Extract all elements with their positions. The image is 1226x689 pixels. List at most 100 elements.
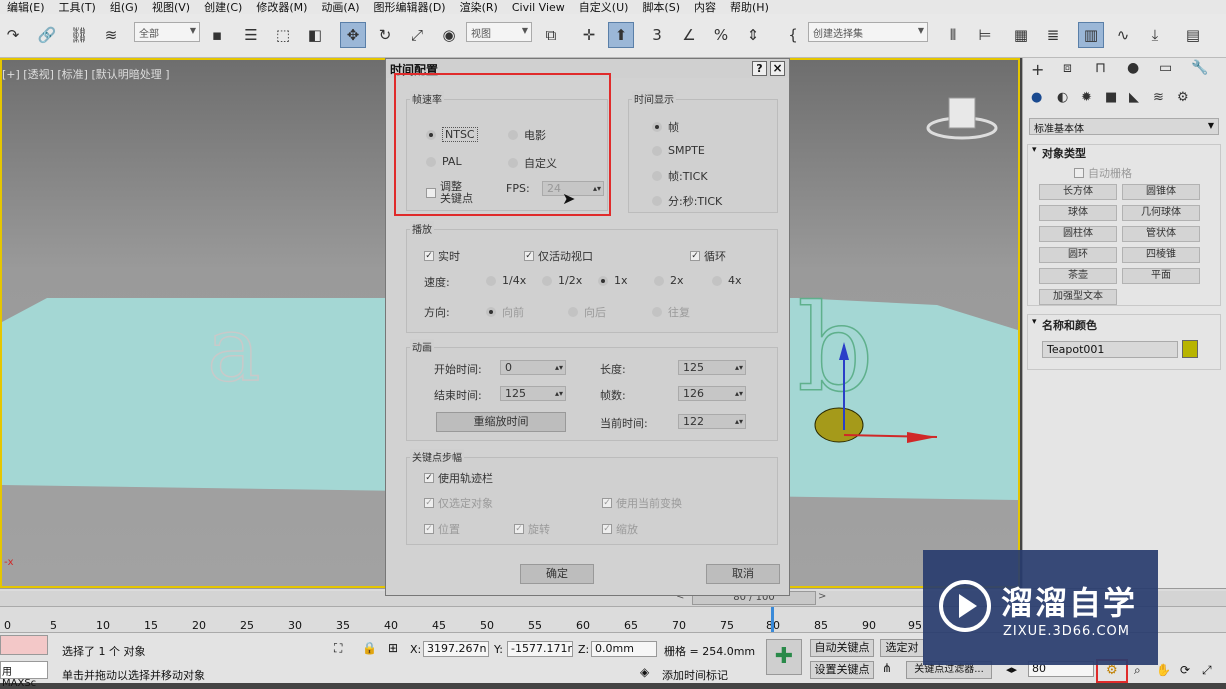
menu-group[interactable]: 组(G) — [103, 0, 145, 15]
menu-tools[interactable]: 工具(T) — [52, 0, 103, 15]
menu-civil-view[interactable]: Civil View — [505, 1, 572, 14]
time-tag-icon[interactable]: ◈ — [640, 665, 649, 679]
schematic-view-icon[interactable]: ⤓ — [1142, 22, 1168, 48]
cone-button[interactable]: 圆锥体 — [1122, 184, 1200, 200]
display-tab-icon[interactable]: ▭ — [1159, 60, 1172, 76]
rollout-toggle-icon[interactable]: ▾ — [1032, 145, 1037, 155]
cylinder-button[interactable]: 圆柱体 — [1039, 226, 1117, 242]
realtime-checkbox[interactable]: ✓ 实时 — [424, 248, 460, 264]
length-spinner[interactable]: 125 ▴▾ — [678, 360, 746, 375]
ok-button[interactable]: 确定 — [520, 564, 594, 584]
align-icon[interactable]: ⊨ — [972, 22, 998, 48]
speed-half-radio[interactable]: 1/2x — [542, 274, 582, 287]
object-type-title[interactable]: 对象类型 — [1042, 145, 1086, 161]
box-button[interactable]: 长方体 — [1039, 184, 1117, 200]
mirror-icon[interactable]: ⫴ — [940, 22, 966, 48]
rect-selection-icon[interactable]: ⬚ — [270, 22, 296, 48]
systems-icon[interactable]: ⚙ — [1177, 90, 1189, 105]
isolate-selection-icon[interactable]: ⛶ — [334, 641, 342, 656]
lights-icon[interactable]: ✹ — [1081, 90, 1092, 105]
rollout-toggle-icon[interactable]: ▾ — [1032, 317, 1037, 327]
utilities-tab-icon[interactable]: 🔧 — [1191, 60, 1208, 76]
menu-graph-editors[interactable]: 图形编辑器(D) — [367, 0, 453, 15]
menu-help[interactable]: 帮助(H) — [723, 0, 776, 15]
material-editor-icon[interactable]: ▤ — [1180, 22, 1206, 48]
select-rotate-icon[interactable]: ↻ — [372, 22, 398, 48]
window-crossing-icon[interactable]: ◧ — [302, 22, 328, 48]
reverse-radio[interactable]: 向后 — [568, 304, 606, 320]
unlink-icon[interactable]: ⛓ — [66, 22, 92, 48]
modify-tab-icon[interactable]: ⧈ — [1063, 60, 1072, 76]
geometry-icon[interactable]: ● — [1031, 90, 1042, 105]
cameras-icon[interactable]: ■ — [1105, 90, 1117, 105]
hierarchy-tab-icon[interactable]: ⊓ — [1095, 60, 1106, 76]
select-move-icon[interactable]: ✥ — [340, 22, 366, 48]
close-button[interactable]: × — [770, 61, 785, 76]
percent-snap-icon[interactable]: % — [708, 22, 734, 48]
space-warps-icon[interactable]: ≋ — [1153, 90, 1164, 105]
keyboard-shortcut-override-icon[interactable]: ⬆ — [608, 22, 634, 48]
scale-checkbox[interactable]: ✓ 缩放 — [602, 521, 638, 537]
use-current-transform-checkbox[interactable]: ✓ 使用当前变换 — [602, 495, 682, 511]
geosphere-button[interactable]: 几何球体 — [1122, 205, 1200, 221]
pan-view-icon[interactable]: ✋ — [1156, 663, 1171, 677]
plane-button[interactable]: 平面 — [1122, 268, 1200, 284]
use-trackbar-checkbox[interactable]: ✓ 使用轨迹栏 — [424, 470, 493, 486]
shapes-icon[interactable]: ◐ — [1057, 90, 1068, 105]
maxscript-mini-listener[interactable]: 用 MAXSc — [0, 661, 48, 689]
selected-only-checkbox[interactable]: ✓ 仅选定对象 — [424, 495, 493, 511]
edit-named-selection-icon[interactable]: { — [780, 22, 806, 48]
select-manipulate-icon[interactable]: ✛ — [576, 22, 602, 48]
spinner-snap-icon[interactable]: ⇕ — [740, 22, 766, 48]
select-object-icon[interactable]: ▪ — [204, 22, 230, 48]
menu-create[interactable]: 创建(C) — [197, 0, 249, 15]
autogrid-checkbox[interactable]: 自动栅格 — [1074, 165, 1132, 181]
speed-quarter-radio[interactable]: 1/4x — [486, 274, 526, 287]
placement-icon[interactable]: ◉ — [436, 22, 462, 48]
selection-lock-icon[interactable]: 🔒 — [362, 641, 377, 655]
reference-coordinate-dropdown[interactable]: 视图 ▼ — [466, 22, 532, 42]
create-tab-icon[interactable]: + — [1031, 60, 1044, 79]
named-selection-set-dropdown[interactable]: 创建选择集 ▼ — [808, 22, 928, 42]
add-time-tag[interactable]: 添加时间标记 — [662, 667, 728, 683]
end-time-spinner[interactable]: 125 ▴▾ — [500, 386, 566, 401]
rotation-checkbox[interactable]: ✓ 旋转 — [514, 521, 550, 537]
menu-modifiers[interactable]: 修改器(M) — [249, 0, 314, 15]
object-color-swatch[interactable] — [1182, 340, 1198, 358]
ribbon-icon[interactable]: ≣ — [1040, 22, 1066, 48]
speed-4x-radio[interactable]: 4x — [712, 274, 742, 287]
menu-animation[interactable]: 动画(A) — [314, 0, 366, 15]
frame-tick-radio[interactable]: 帧:TICK — [652, 168, 708, 184]
frames-radio[interactable]: 帧 — [652, 119, 679, 135]
category-dropdown[interactable]: 标准基本体 ▼ — [1029, 118, 1219, 135]
redo-icon[interactable]: ↷ — [0, 22, 26, 48]
menu-rendering[interactable]: 渲染(R) — [453, 0, 505, 15]
key-mode-icon[interactable]: ⋔ — [882, 661, 892, 675]
absolute-mode-icon[interactable]: ⊞ — [388, 641, 398, 655]
motion-tab-icon[interactable]: ● — [1127, 60, 1139, 76]
menu-edit[interactable]: 编辑(E) — [0, 0, 52, 15]
next-frame-icon[interactable]: > — [818, 591, 826, 602]
rescale-time-button[interactable]: 重缩放时间 — [436, 412, 566, 432]
frame-count-spinner[interactable]: 126 ▴▾ — [678, 386, 746, 401]
forward-radio[interactable]: 向前 — [486, 304, 524, 320]
textplus-button[interactable]: 加强型文本 — [1039, 289, 1117, 305]
current-time-spinner[interactable]: 122 ▴▾ — [678, 414, 746, 429]
mmss-tick-radio[interactable]: 分:秒:TICK — [652, 193, 722, 209]
menu-scripting[interactable]: 脚本(S) — [635, 0, 687, 15]
orbit-icon[interactable]: ⟳ — [1180, 663, 1190, 677]
teapot-button[interactable]: 茶壶 — [1039, 268, 1117, 284]
snaps-toggle-icon[interactable]: 3 — [644, 22, 670, 48]
loop-checkbox[interactable]: ✓ 循环 — [690, 248, 726, 264]
select-by-name-icon[interactable]: ☰ — [238, 22, 264, 48]
menu-content[interactable]: 内容 — [687, 0, 723, 15]
cancel-button[interactable]: 取消 — [706, 564, 780, 584]
pingpong-radio[interactable]: 往复 — [652, 304, 690, 320]
auto-key-button[interactable]: 自动关键点 — [810, 639, 874, 657]
pivot-center-icon[interactable]: ⧉ — [538, 22, 564, 48]
zoom-region-icon[interactable]: ⌕ — [1134, 663, 1141, 678]
smpte-radio[interactable]: SMPTE — [652, 144, 705, 157]
bind-space-warp-icon[interactable]: ≋ — [98, 22, 124, 48]
maxscript-listener[interactable] — [0, 635, 48, 655]
pyramid-button[interactable]: 四棱锥 — [1122, 247, 1200, 263]
